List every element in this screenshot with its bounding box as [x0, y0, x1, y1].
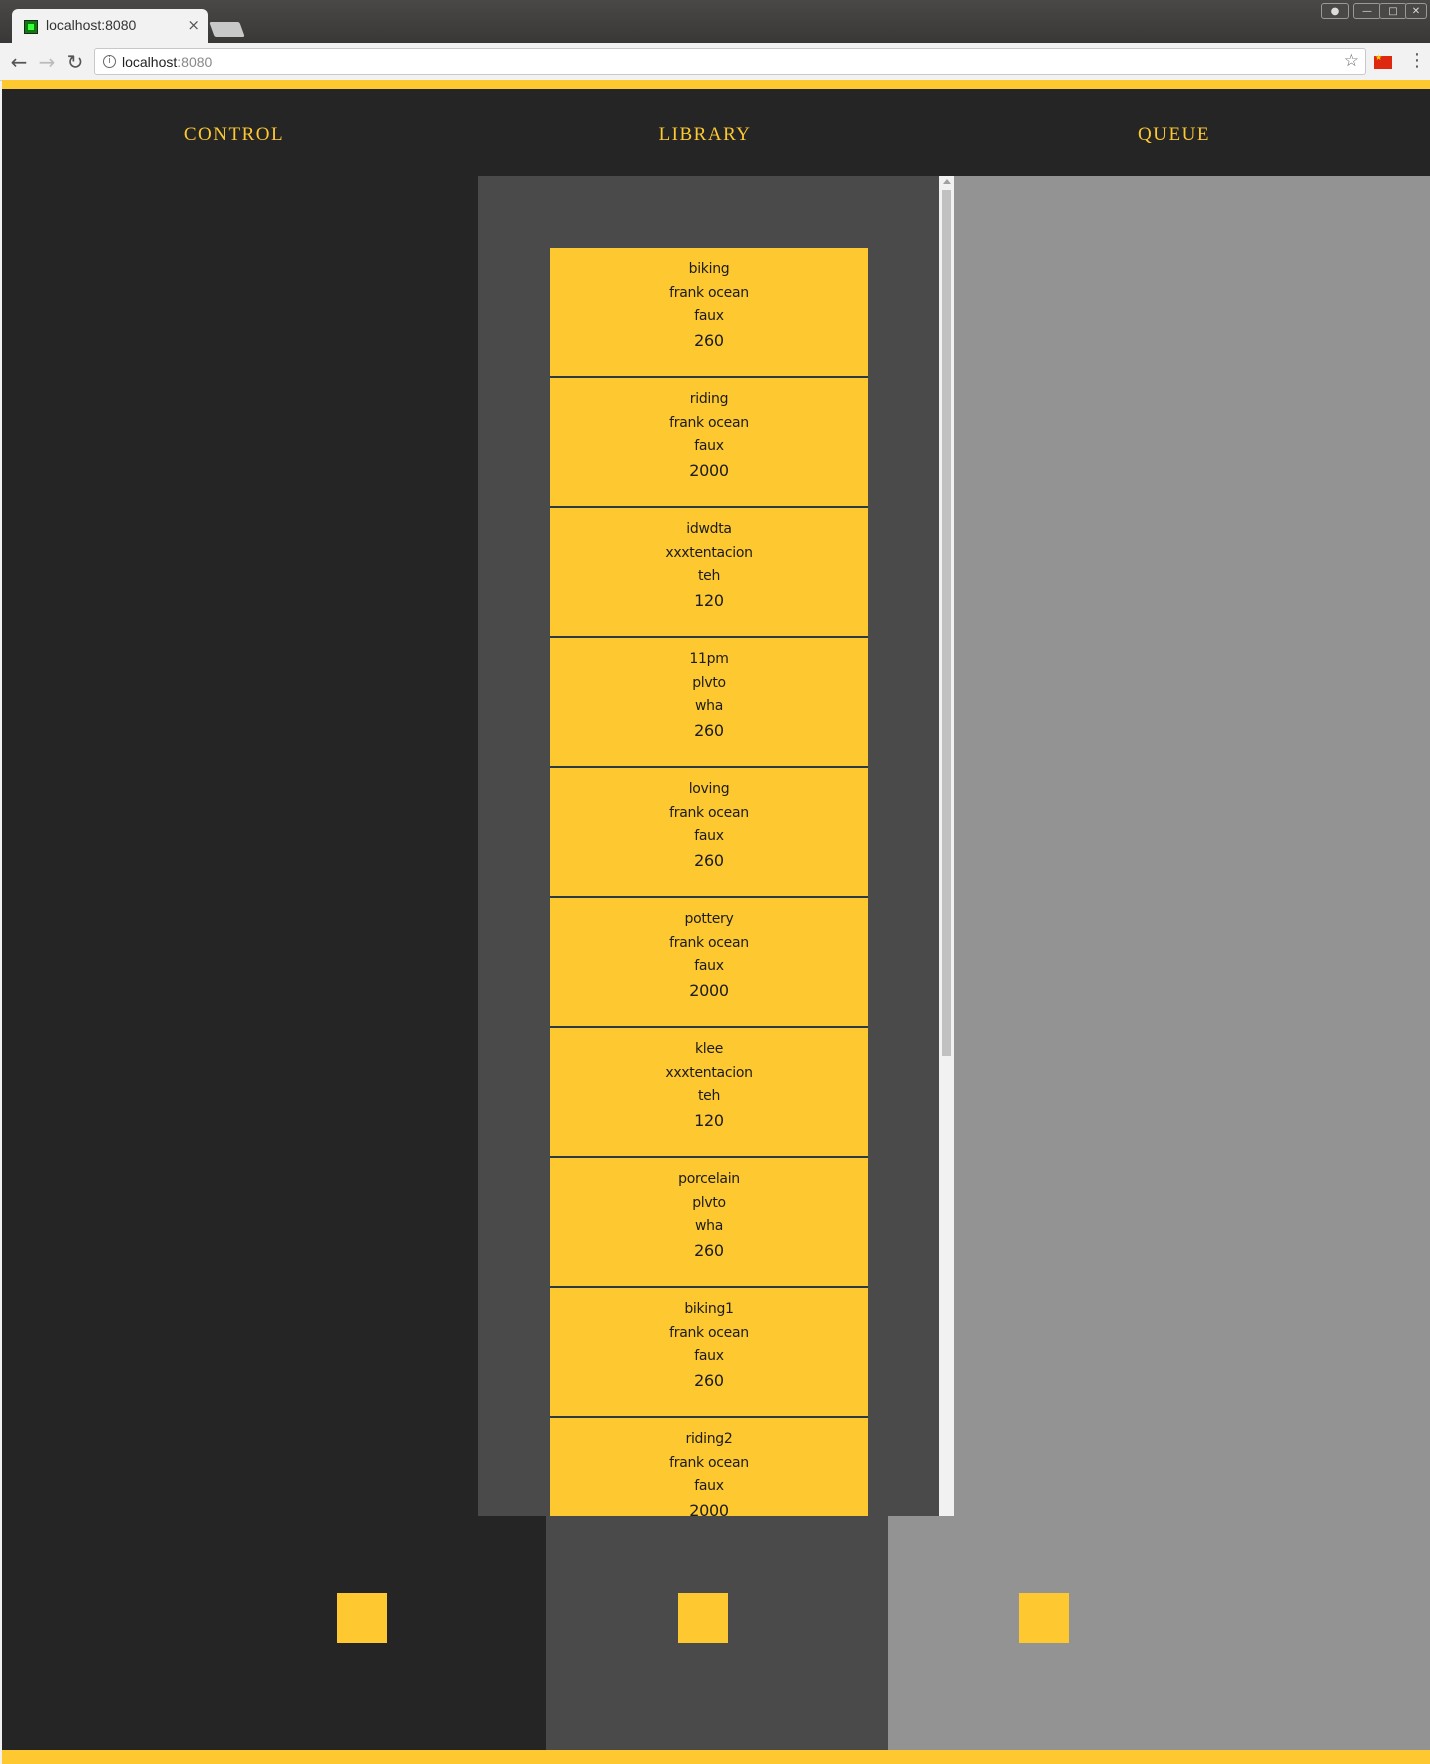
url-text: localhost:8080 [122, 54, 213, 70]
song-title: riding [689, 391, 729, 407]
song-card[interactable]: porcelain plvto wha 260 [550, 1158, 868, 1288]
song-artist: xxxtentacion [665, 544, 753, 561]
song-title: riding2 [685, 1431, 733, 1447]
tab-close-button[interactable]: × [187, 16, 200, 34]
song-title: biking1 [684, 1301, 734, 1317]
library-scrollbar[interactable] [939, 176, 954, 1516]
bottom-accent-strip [2, 1750, 1430, 1764]
browser-titlebar: localhost:8080 × ● — □ ✕ [0, 0, 1430, 43]
favicon-icon [24, 20, 38, 34]
song-card[interactable]: pottery frank ocean faux 2000 [550, 898, 868, 1028]
flag-extension-icon[interactable] [1374, 53, 1392, 69]
footer-queue [888, 1516, 1430, 1750]
song-album: faux [694, 1348, 724, 1364]
nav-control[interactable]: CONTROL [134, 124, 334, 146]
song-card[interactable]: 11pm plvto wha 260 [550, 638, 868, 768]
maximize-button[interactable]: □ [1379, 3, 1407, 19]
song-card[interactable]: biking frank ocean faux 260 [550, 248, 868, 378]
song-duration: 2000 [689, 980, 729, 1000]
queue-panel [954, 176, 1430, 1516]
control-footer-button[interactable] [337, 1593, 387, 1643]
browser-tab[interactable]: localhost:8080 × [12, 9, 208, 43]
song-title: pottery [684, 911, 734, 927]
song-duration: 260 [694, 1240, 724, 1260]
scroll-up-arrow-icon[interactable] [943, 179, 951, 184]
song-artist: plvto [692, 674, 726, 691]
song-album: faux [694, 1478, 724, 1494]
song-artist: plvto [692, 1194, 726, 1211]
song-artist: frank ocean [669, 1324, 749, 1341]
forward-arrow-icon[interactable]: → [34, 49, 60, 75]
song-title: 11pm [689, 651, 729, 667]
song-duration: 260 [694, 330, 724, 350]
scroll-thumb[interactable] [942, 190, 951, 1056]
song-album: teh [697, 568, 721, 584]
song-duration: 2000 [689, 1500, 729, 1517]
tab-title: localhost:8080 [46, 17, 137, 33]
song-list: biking frank ocean faux 260 riding frank ocea… [550, 248, 868, 1516]
profile-icon[interactable]: ● [1321, 3, 1349, 19]
song-card[interactable]: riding2 frank ocean faux 2000 [550, 1418, 868, 1516]
bookmark-star-icon[interactable]: ☆ [1344, 51, 1359, 71]
song-album: wha [694, 1218, 723, 1234]
song-album: faux [694, 438, 724, 454]
song-title: biking [688, 261, 730, 277]
footer-control [2, 1516, 546, 1750]
info-icon[interactable]: i [103, 55, 116, 68]
top-accent-strip [2, 80, 1430, 89]
minimize-button[interactable]: — [1353, 3, 1381, 19]
nav-queue[interactable]: QUEUE [1074, 124, 1274, 146]
song-duration: 260 [694, 850, 724, 870]
library-footer-button[interactable] [678, 1593, 728, 1643]
song-album: teh [697, 1088, 721, 1104]
song-artist: frank ocean [669, 1454, 749, 1471]
back-arrow-icon[interactable]: ← [6, 49, 32, 75]
library-panel[interactable]: biking frank ocean faux 260 riding frank ocea… [478, 176, 954, 1516]
song-duration: 120 [694, 1110, 724, 1130]
song-duration: 260 [694, 1370, 724, 1390]
song-card[interactable]: idwdta xxxtentacion teh 120 [550, 508, 868, 638]
song-duration: 260 [694, 720, 724, 740]
song-duration: 2000 [689, 460, 729, 480]
song-artist: frank ocean [669, 284, 749, 301]
song-album: wha [694, 698, 723, 714]
song-album: faux [694, 308, 724, 324]
queue-footer-button[interactable] [1019, 1593, 1069, 1643]
song-artist: xxxtentacion [665, 1064, 753, 1081]
song-card[interactable]: loving frank ocean faux 260 [550, 768, 868, 898]
song-artist: frank ocean [669, 804, 749, 821]
song-title: porcelain [678, 1171, 740, 1187]
song-title: idwdta [686, 521, 732, 537]
menu-kebab-icon[interactable]: ⋮ [1408, 51, 1426, 71]
song-card[interactable]: biking1 frank ocean faux 260 [550, 1288, 868, 1418]
reload-icon[interactable]: ↻ [62, 49, 88, 75]
nav-library[interactable]: LIBRARY [605, 124, 805, 146]
song-album: faux [694, 958, 724, 974]
song-album: faux [694, 828, 724, 844]
browser-toolbar: ← → ↻ i localhost:8080 ☆ ⋮ [0, 43, 1430, 81]
close-window-button[interactable]: ✕ [1405, 3, 1427, 19]
song-card[interactable]: riding frank ocean faux 2000 [550, 378, 868, 508]
new-tab-button[interactable] [209, 22, 245, 37]
song-title: loving [688, 781, 730, 797]
song-card[interactable]: klee xxxtentacion teh 120 [550, 1028, 868, 1158]
song-artist: frank ocean [669, 414, 749, 431]
song-duration: 120 [694, 590, 724, 610]
song-title: klee [694, 1041, 724, 1057]
song-artist: frank ocean [669, 934, 749, 951]
address-bar[interactable]: i localhost:8080 ☆ [94, 48, 1366, 75]
